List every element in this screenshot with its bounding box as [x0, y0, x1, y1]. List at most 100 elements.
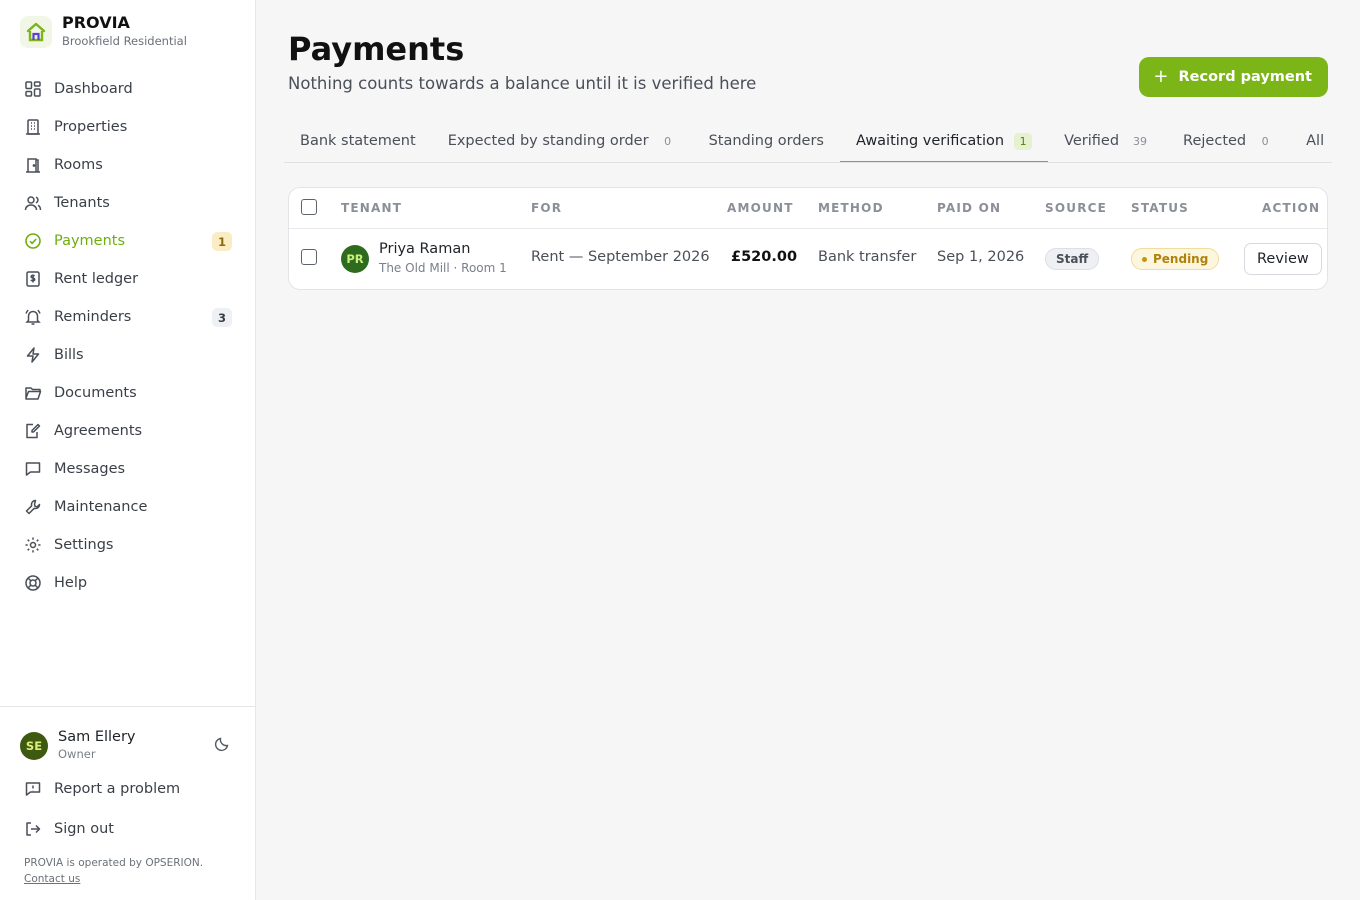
sidebar-item-settings[interactable]: Settings — [12, 526, 244, 564]
status-label: Pending — [1153, 252, 1209, 266]
tab-label: Awaiting verification — [855, 133, 1005, 149]
sidebar-item-dashboard[interactable]: Dashboard — [12, 70, 244, 108]
user-role: Owner — [58, 747, 96, 761]
sidebar: PROVIA Brookfield Residential Dashboard … — [0, 0, 256, 900]
house-logo-icon — [20, 16, 52, 48]
col-source[interactable]: SOURCE — [1045, 201, 1107, 215]
sidebar-item-rooms[interactable]: Rooms — [12, 146, 244, 184]
tab-bank-statement[interactable]: Bank statement — [284, 120, 432, 162]
gear-icon — [24, 536, 42, 554]
payment-amount: £520.00 — [731, 249, 798, 265]
brand[interactable]: PROVIA Brookfield Residential — [20, 14, 187, 49]
tab-count: 39 — [1133, 134, 1148, 148]
lifebuoy-icon — [24, 574, 42, 592]
sidebar-item-label: Messages — [54, 461, 126, 477]
tenant-name[interactable]: Priya Raman — [379, 241, 470, 257]
record-payment-button[interactable]: + Record payment — [1139, 57, 1328, 97]
sidebar-item-reminders[interactable]: Reminders 3 — [12, 298, 244, 336]
users-icon — [24, 194, 42, 212]
payments-count-badge: 1 — [211, 232, 232, 251]
select-all-checkbox[interactable] — [301, 199, 317, 215]
sidebar-item-label: Rent ledger — [54, 271, 139, 287]
bolt-icon — [24, 346, 42, 364]
sidebar-item-agreements[interactable]: Agreements — [12, 412, 244, 450]
tab-label: All — [1306, 133, 1325, 149]
user-profile[interactable]: SE Sam Ellery Owner — [20, 729, 236, 762]
sidebar-item-properties[interactable]: Properties — [12, 108, 244, 146]
tab-all[interactable]: All — [1290, 120, 1332, 162]
pen-doc-icon — [24, 422, 42, 440]
status-badge: Pending — [1131, 248, 1220, 270]
tab-awaiting-verification[interactable]: Awaiting verification 1 — [839, 120, 1049, 162]
col-amount[interactable]: AMOUNT — [727, 201, 794, 215]
plus-icon: + — [1153, 66, 1169, 87]
sidebar-item-label: Dashboard — [54, 81, 133, 97]
tab-verified[interactable]: Verified 39 — [1048, 120, 1167, 162]
brand-name: PROVIA — [62, 13, 130, 32]
sidebar-item-label: Properties — [54, 119, 128, 135]
sidebar-item-label: Agreements — [54, 423, 143, 439]
wrench-icon — [24, 498, 42, 516]
tab-expected-by-standing-order[interactable]: Expected by standing order 0 — [432, 120, 693, 162]
col-paid-on[interactable]: PAID ON — [937, 201, 1001, 215]
moon-icon[interactable] — [214, 736, 230, 756]
col-status[interactable]: STATUS — [1131, 201, 1189, 215]
tab-count: 1 — [1014, 132, 1033, 150]
sidebar-item-documents[interactable]: Documents — [12, 374, 244, 412]
record-payment-label: Record payment — [1178, 69, 1312, 85]
sidebar-item-rent-ledger[interactable]: Rent ledger — [12, 260, 244, 298]
check-circle-icon — [24, 232, 42, 250]
sidebar-item-bills[interactable]: Bills — [12, 336, 244, 374]
payment-for: Rent — September 2026 — [531, 249, 710, 265]
sidebar-item-maintenance[interactable]: Maintenance — [12, 488, 244, 526]
sidebar-item-label: Reminders — [54, 309, 132, 325]
report-problem-label: Report a problem — [54, 781, 181, 797]
sidebar-item-label: Rooms — [54, 157, 103, 173]
status-dot-icon — [1142, 256, 1147, 262]
col-for[interactable]: FOR — [531, 201, 562, 215]
page-title: Payments — [288, 30, 465, 68]
sidebar-item-label: Bills — [54, 347, 84, 363]
payment-method: Bank transfer — [818, 249, 917, 265]
sign-out-icon — [24, 820, 42, 838]
paid-on-date: Sep 1, 2026 — [937, 249, 1025, 265]
tab-label: Standing orders — [708, 133, 824, 149]
brand-subtitle: Brookfield Residential — [62, 34, 187, 48]
sidebar-item-label: Payments — [54, 233, 126, 249]
sidebar-nav: Dashboard Properties Rooms Tenants Payme… — [12, 70, 244, 602]
tab-standing-orders[interactable]: Standing orders — [693, 120, 840, 162]
table-row[interactable]: PR Priya Raman The Old Mill · Room 1 Ren… — [289, 229, 1327, 289]
col-method[interactable]: METHOD — [818, 201, 884, 215]
col-action: ACTION — [1262, 201, 1321, 215]
tab-label: Rejected — [1183, 133, 1247, 149]
report-problem-link[interactable]: Report a problem — [24, 780, 180, 798]
table-header: TENANT FOR AMOUNT METHOD PAID ON SOURCE … — [289, 188, 1327, 229]
chat-icon — [24, 460, 42, 478]
contact-us-link[interactable]: Contact us — [24, 873, 80, 885]
tab-rejected[interactable]: Rejected 0 — [1167, 120, 1290, 162]
sidebar-item-help[interactable]: Help — [12, 564, 244, 602]
folder-icon — [24, 384, 42, 402]
col-tenant[interactable]: TENANT — [341, 201, 402, 215]
bell-icon — [24, 308, 42, 326]
user-name: Sam Ellery — [58, 729, 136, 745]
sidebar-item-messages[interactable]: Messages — [12, 450, 244, 488]
payment-tabs: Bank statement Expected by standing orde… — [284, 120, 1332, 163]
sidebar-item-label: Settings — [54, 537, 114, 553]
tab-label: Expected by standing order — [447, 133, 649, 149]
avatar: SE — [20, 731, 48, 760]
review-button[interactable]: Review — [1244, 243, 1322, 275]
source-badge: Staff — [1045, 248, 1100, 270]
report-icon — [24, 780, 42, 798]
building-icon — [24, 118, 42, 136]
sign-out-link[interactable]: Sign out — [24, 820, 114, 838]
sidebar-item-payments[interactable]: Payments 1 — [12, 222, 244, 260]
tenant-avatar: PR — [341, 245, 369, 273]
sign-out-label: Sign out — [54, 821, 114, 837]
sidebar-item-tenants[interactable]: Tenants — [12, 184, 244, 222]
row-checkbox[interactable] — [301, 249, 317, 265]
dashboard-icon — [24, 80, 42, 98]
tab-count: 0 — [1261, 134, 1269, 148]
sidebar-item-label: Maintenance — [54, 499, 148, 515]
tab-label: Verified — [1064, 133, 1120, 149]
